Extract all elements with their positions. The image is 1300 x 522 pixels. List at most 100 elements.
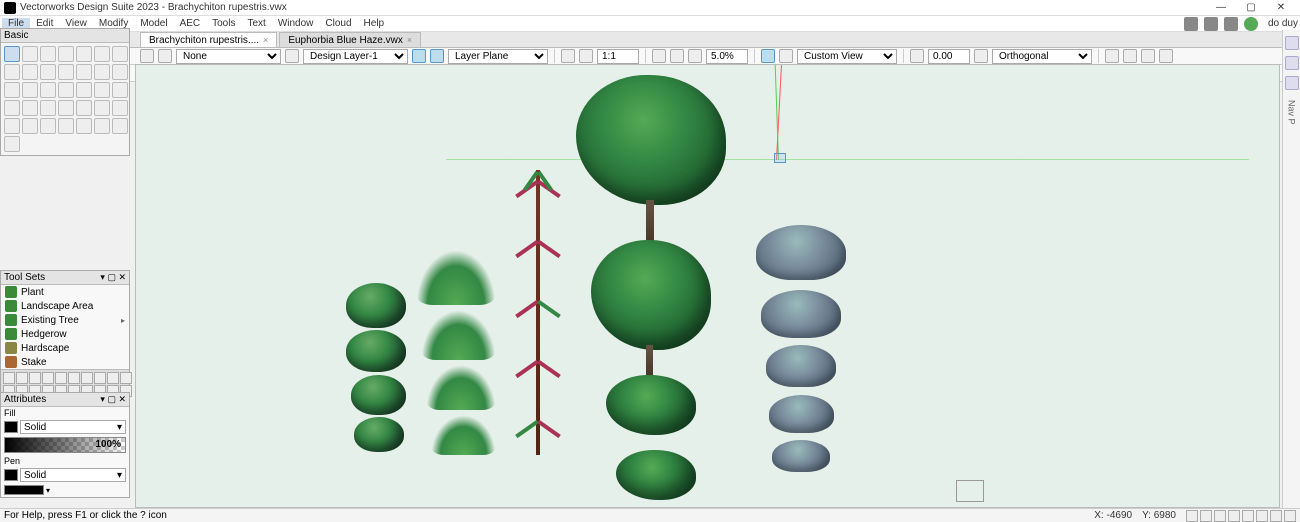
tab-inactive[interactable]: Euphorbia Blue Haze.vwx × xyxy=(279,32,421,47)
tab-close-icon[interactable]: × xyxy=(407,35,412,45)
plant-blue-shrub[interactable] xyxy=(766,345,836,387)
spiral-tool[interactable] xyxy=(40,82,56,98)
saved-view-button-2[interactable] xyxy=(579,49,593,63)
view-dropdown[interactable]: Custom View xyxy=(797,49,897,64)
double-line-tool[interactable] xyxy=(22,82,38,98)
visibility-tool[interactable] xyxy=(76,118,92,134)
circle-tool[interactable] xyxy=(94,64,110,80)
minimize-button[interactable]: — xyxy=(1206,0,1236,16)
right-panel-stub[interactable] xyxy=(1285,76,1299,90)
callout-tool[interactable] xyxy=(4,136,20,152)
projection-dropdown[interactable]: Orthogonal xyxy=(992,49,1092,64)
snap-icon[interactable] xyxy=(1214,510,1226,522)
trim-tool[interactable] xyxy=(40,100,56,116)
toolset-icon[interactable] xyxy=(120,372,132,384)
tab-close-icon[interactable]: × xyxy=(263,35,268,45)
line-tool[interactable] xyxy=(112,46,128,62)
toolset-icon[interactable] xyxy=(68,372,80,384)
regular-polygon-tool[interactable] xyxy=(76,82,92,98)
toolset-item[interactable]: Hedgerow xyxy=(1,327,129,341)
menu-window[interactable]: Window xyxy=(272,18,320,29)
rounded-rect-tool[interactable] xyxy=(40,64,56,80)
connect-tool[interactable] xyxy=(94,100,110,116)
2d-reshape-tool[interactable] xyxy=(112,82,128,98)
close-button[interactable]: ✕ xyxy=(1266,0,1296,16)
toolset-icon[interactable] xyxy=(3,372,15,384)
right-panel-strip[interactable]: Nav P xyxy=(1282,30,1300,508)
plant-blue-shrub[interactable] xyxy=(772,440,830,472)
render-mode-button-3[interactable] xyxy=(1141,49,1155,63)
lock-icon[interactable] xyxy=(1224,17,1238,31)
zoom-fit-button[interactable] xyxy=(688,49,702,63)
mirror-tool[interactable] xyxy=(4,118,20,134)
plant-grass[interactable] xyxy=(416,250,496,305)
symbol-insertion-tool[interactable] xyxy=(112,118,128,134)
drawing-canvas[interactable] xyxy=(135,64,1280,508)
scale-value[interactable]: 1:1 xyxy=(597,49,639,64)
view-cube-button-2[interactable] xyxy=(779,49,793,63)
plant-blue-shrub[interactable] xyxy=(769,395,834,433)
plant-tree[interactable] xyxy=(591,240,711,350)
plant-grass[interactable] xyxy=(431,415,496,455)
plant-shrub[interactable] xyxy=(346,330,406,372)
rotation-value[interactable]: 0.00 xyxy=(928,49,970,64)
menu-text[interactable]: Text xyxy=(241,18,271,29)
menu-tools[interactable]: Tools xyxy=(206,18,241,29)
menu-aec[interactable]: AEC xyxy=(174,18,207,29)
rectangle-tool[interactable] xyxy=(22,64,38,80)
plant-tree[interactable] xyxy=(616,450,696,500)
snap-icon[interactable] xyxy=(1284,510,1296,522)
plant-tree[interactable] xyxy=(576,75,726,205)
plant-grass[interactable] xyxy=(426,365,496,410)
toolset-item[interactable]: Hardscape xyxy=(1,341,129,355)
line-weight-arrow[interactable]: ▾ xyxy=(46,486,50,495)
text-tool[interactable] xyxy=(94,46,110,62)
class-dropdown[interactable]: None xyxy=(176,49,281,64)
plant-cordyline[interactable] xyxy=(508,165,568,455)
clip-tool[interactable] xyxy=(76,100,92,116)
plant-shrub[interactable] xyxy=(351,375,406,415)
toolset-item[interactable]: Existing Tree▸ xyxy=(1,313,129,327)
quarter-arc-tool[interactable] xyxy=(94,82,110,98)
snap-icon[interactable] xyxy=(1200,510,1212,522)
view-cube-button[interactable] xyxy=(761,49,775,63)
zoom-value[interactable]: 5.0% xyxy=(706,49,748,64)
tab-active[interactable]: Brachychiton rupestris.... × xyxy=(140,32,277,47)
toolsets-palette[interactable]: Tool Sets ▾ ▢ ✕ PlantLandscape AreaExist… xyxy=(0,270,130,400)
maximize-button[interactable]: ▢ xyxy=(1236,0,1266,16)
message-icon[interactable] xyxy=(1204,17,1218,31)
fill-mode-dropdown[interactable]: Solid▾ xyxy=(20,420,126,434)
arc-tool[interactable] xyxy=(4,64,20,80)
pen-mode-dropdown[interactable]: Solid▾ xyxy=(20,468,126,482)
nav-back-button[interactable] xyxy=(140,49,154,63)
fill-color-swatch[interactable] xyxy=(4,421,18,433)
snap-icon[interactable] xyxy=(1228,510,1240,522)
menu-help[interactable]: Help xyxy=(358,18,391,29)
plane-toggle-1[interactable] xyxy=(412,49,426,63)
rotation-button[interactable] xyxy=(910,49,924,63)
toolset-icon[interactable] xyxy=(42,372,54,384)
snap-icon[interactable] xyxy=(1256,510,1268,522)
freehand-tool[interactable] xyxy=(4,82,20,98)
palette-controls[interactable]: ▾ ▢ ✕ xyxy=(100,272,126,283)
menu-cloud[interactable]: Cloud xyxy=(319,18,357,29)
fillet-tool[interactable] xyxy=(4,100,20,116)
zoom-in-button[interactable] xyxy=(670,49,684,63)
toolset-item[interactable]: Stake xyxy=(1,355,129,369)
number-stamp-tool[interactable] xyxy=(94,118,110,134)
line-weight-preview[interactable] xyxy=(4,485,44,495)
plant-blue-shrub[interactable] xyxy=(756,225,846,280)
snap-icon[interactable] xyxy=(1186,510,1198,522)
basic-tool-palette[interactable]: Basic xyxy=(0,28,130,156)
toolset-icon[interactable] xyxy=(107,372,119,384)
plant-shrub[interactable] xyxy=(354,417,404,452)
plane-dropdown[interactable]: Layer Plane xyxy=(448,49,548,64)
projection-button[interactable] xyxy=(974,49,988,63)
split-tool[interactable] xyxy=(58,100,74,116)
attribute-mapping-tool[interactable] xyxy=(58,118,74,134)
plant-grass[interactable] xyxy=(421,310,496,360)
plane-toggle-2[interactable] xyxy=(430,49,444,63)
polyline-tool[interactable] xyxy=(58,64,74,80)
toolset-icon[interactable] xyxy=(55,372,67,384)
walkthrough-tool[interactable] xyxy=(76,46,92,62)
